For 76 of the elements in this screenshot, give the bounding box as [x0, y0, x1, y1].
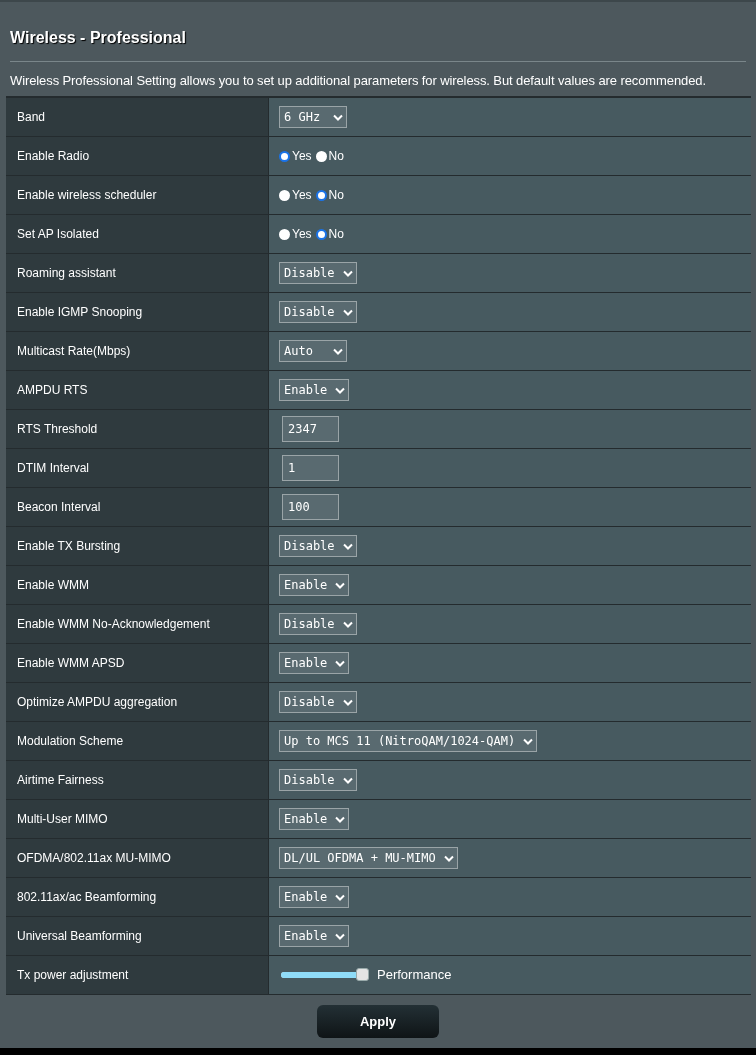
caret-icon	[342, 620, 353, 628]
dropdown[interactable]: Disable	[279, 769, 357, 791]
input-field[interactable]: 100	[282, 494, 339, 520]
caret-icon	[335, 386, 346, 394]
input-field[interactable]: 2347	[282, 416, 339, 442]
radio-label[interactable]: No	[328, 227, 344, 241]
caret-icon	[443, 854, 454, 862]
dropdown[interactable]: Enable	[279, 652, 350, 674]
setting-label: Band	[6, 98, 268, 136]
radio-button[interactable]	[279, 150, 290, 162]
setting-label: Enable WMM APSD	[6, 644, 268, 682]
caret-icon	[342, 542, 353, 550]
radio-button[interactable]	[279, 228, 290, 240]
dropdown[interactable]: Enable	[279, 808, 350, 830]
description: Wireless Professional Setting allows you to set up additional parameters for wireless. But default values are recommended.	[9, 72, 707, 90]
dropdown[interactable]: Auto	[279, 340, 347, 362]
radio-button[interactable]	[279, 189, 290, 201]
dropdown[interactable]: Enable	[279, 379, 350, 401]
dropdown[interactable]: Enable	[279, 574, 350, 596]
radio-label[interactable]: No	[328, 149, 344, 163]
dropdown[interactable]: Disable	[279, 613, 357, 635]
setting-label: Universal Beamforming	[6, 917, 268, 955]
setting-label: Multicast Rate(Mbps)	[6, 332, 268, 370]
dropdown[interactable]: Disable	[279, 301, 357, 323]
radio-label[interactable]: Yes	[292, 227, 312, 241]
setting-label: Roaming assistant	[6, 254, 268, 292]
dropdown[interactable]: Disable	[279, 535, 357, 557]
slider[interactable]	[281, 968, 369, 982]
setting-label: Modulation Scheme	[6, 722, 268, 760]
input-field[interactable]: 1	[282, 455, 339, 481]
radio-button[interactable]	[315, 228, 327, 240]
radio-label[interactable]: Yes	[292, 188, 312, 202]
setting-label: Enable WMM	[6, 566, 268, 604]
caret-icon	[335, 815, 346, 823]
slider-thumb[interactable]	[356, 968, 369, 981]
caret-icon	[335, 932, 346, 940]
apply-button[interactable]: Apply	[317, 1005, 439, 1038]
dropdown[interactable]: Disable	[279, 262, 357, 284]
setting-label: AMPDU RTS	[6, 371, 268, 409]
caret-icon	[335, 659, 346, 667]
setting-label: Multi-User MIMO	[6, 800, 268, 838]
radio-label[interactable]: No	[328, 188, 344, 202]
caret-icon	[342, 308, 353, 316]
setting-label: Beacon Interval	[6, 488, 268, 526]
caret-icon	[342, 269, 353, 277]
caret-icon	[523, 737, 534, 745]
setting-label: Enable TX Bursting	[6, 527, 268, 565]
slider-reading: Performance	[377, 966, 452, 982]
setting-label: OFDMA/802.11ax MU-MIMO	[6, 839, 268, 877]
radio-button[interactable]	[315, 189, 327, 201]
radio-label[interactable]: Yes	[292, 149, 312, 163]
setting-label: Airtime Fairness	[6, 761, 268, 799]
setting-label: Enable WMM No-Acknowledgement	[6, 605, 268, 643]
caret-icon	[333, 113, 343, 121]
dropdown[interactable]: Disable	[279, 691, 357, 713]
page-title: Wireless - Professional	[10, 29, 186, 46]
dropdown[interactable]: DL/UL OFDMA + MU-MIMO	[279, 847, 458, 869]
caret-icon	[342, 698, 353, 706]
setting-label: Tx power adjustment	[6, 956, 268, 994]
caret-icon	[333, 347, 343, 355]
dropdown[interactable]: Enable	[279, 886, 350, 908]
setting-label: Optimize AMPDU aggregation	[6, 683, 268, 721]
setting-label: 802.11ax/ac Beamforming	[6, 878, 268, 916]
caret-icon	[335, 581, 346, 589]
setting-label: DTIM Interval	[6, 449, 268, 487]
dropdown[interactable]: Up to MCS 11 (NitroQAM/1024-QAM)	[279, 730, 538, 752]
setting-label: Enable IGMP Snooping	[6, 293, 268, 331]
caret-icon	[342, 776, 353, 784]
setting-label: RTS Threshold	[6, 410, 268, 448]
caret-icon	[335, 893, 346, 901]
setting-label: Enable wireless scheduler	[6, 176, 268, 214]
radio-button[interactable]	[315, 150, 327, 162]
setting-label: Set AP Isolated	[6, 215, 268, 253]
setting-label: Enable Radio	[6, 137, 268, 175]
dropdown[interactable]: 6 GHz	[279, 106, 347, 128]
dropdown[interactable]: Enable	[279, 925, 350, 947]
